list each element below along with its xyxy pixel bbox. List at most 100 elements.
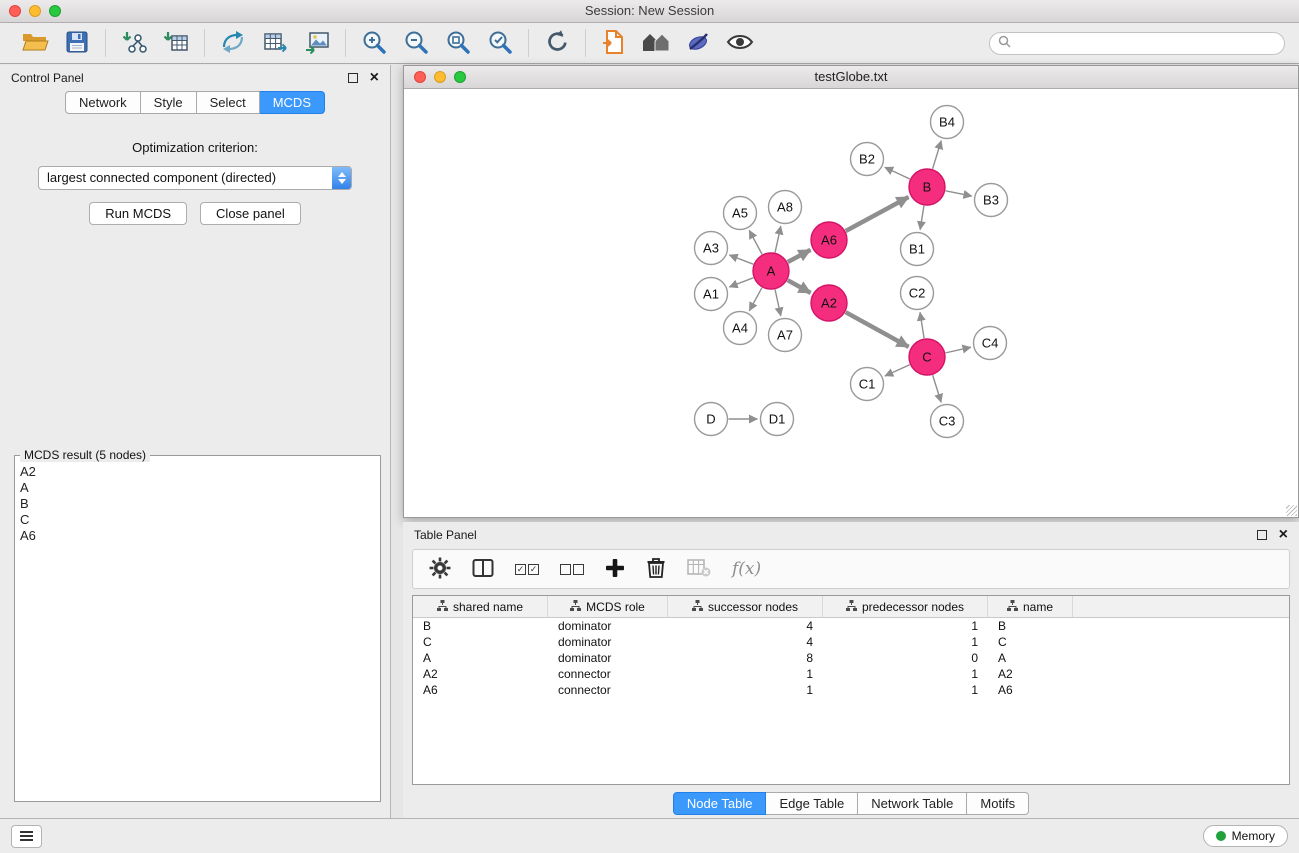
graph-node-C2[interactable]: C2 <box>901 277 934 310</box>
graph-edge-C-C1[interactable] <box>885 365 910 376</box>
graph-edge-A-A8[interactable] <box>775 226 781 252</box>
criterion-dropdown[interactable]: largest connected component (directed) <box>38 166 352 190</box>
search-box[interactable] <box>989 32 1285 55</box>
result-item[interactable]: A2 <box>20 464 378 480</box>
table-row[interactable]: A2connector11A2 <box>413 666 1289 682</box>
run-mcds-button[interactable]: Run MCDS <box>89 202 187 225</box>
zoom-window-button[interactable] <box>49 5 61 17</box>
graph-node-A[interactable]: A <box>753 253 789 289</box>
table-row[interactable]: Adominator80A <box>413 650 1289 666</box>
create-column-button[interactable] <box>605 558 625 581</box>
float-panel-icon[interactable] <box>348 73 358 83</box>
column-header-shared-name[interactable]: shared name <box>413 596 548 617</box>
graph-edge-A-A3[interactable] <box>729 255 753 264</box>
show-hide-button[interactable] <box>719 26 761 60</box>
graph-node-A2[interactable]: A2 <box>811 285 847 321</box>
graph-node-A4[interactable]: A4 <box>724 312 757 345</box>
graph-edge-C-C2[interactable] <box>920 312 924 338</box>
save-session-button[interactable] <box>56 26 98 60</box>
zoom-fit-button[interactable] <box>437 26 479 60</box>
open-recent-button[interactable] <box>593 26 635 60</box>
home-views-button[interactable] <box>635 26 677 60</box>
tab-motifs[interactable]: Motifs <box>967 792 1029 815</box>
zoom-in-button[interactable] <box>353 26 395 60</box>
graph-node-D1[interactable]: D1 <box>761 403 794 436</box>
zoom-selected-button[interactable] <box>479 26 521 60</box>
import-network-button[interactable] <box>113 26 155 60</box>
memory-button[interactable]: Memory <box>1203 825 1288 847</box>
graph-node-D[interactable]: D <box>695 403 728 436</box>
result-item[interactable]: A <box>20 480 378 496</box>
graph-node-B1[interactable]: B1 <box>901 233 934 266</box>
table-row[interactable]: Bdominator41B <box>413 618 1289 634</box>
close-table-panel-icon[interactable]: × <box>1279 529 1288 541</box>
export-image-button[interactable] <box>296 26 338 60</box>
table-row[interactable]: Cdominator41C <box>413 634 1289 650</box>
tab-mcds[interactable]: MCDS <box>260 91 325 114</box>
graph-edge-A-A2[interactable] <box>788 280 811 293</box>
table-settings-button[interactable] <box>429 557 451 582</box>
search-input[interactable] <box>1016 35 1276 51</box>
graph-edge-C-C4[interactable] <box>946 347 971 353</box>
graph-edge-A2-C[interactable] <box>846 312 909 347</box>
task-history-button[interactable] <box>11 825 42 848</box>
graph-node-B[interactable]: B <box>909 169 945 205</box>
tab-network[interactable]: Network <box>65 91 141 114</box>
result-item[interactable]: C <box>20 512 378 528</box>
minimize-window-button[interactable] <box>29 5 41 17</box>
column-header-successor-nodes[interactable]: successor nodes <box>668 596 823 617</box>
graph-edge-B-B4[interactable] <box>933 141 942 169</box>
graph-edge-C-C3[interactable] <box>933 375 942 402</box>
graph-node-C4[interactable]: C4 <box>974 327 1007 360</box>
refresh-view-button[interactable] <box>536 26 578 60</box>
graph-node-C3[interactable]: C3 <box>931 405 964 438</box>
tab-style[interactable]: Style <box>141 91 197 114</box>
export-table-button[interactable] <box>254 26 296 60</box>
graph-node-B3[interactable]: B3 <box>975 184 1008 217</box>
network-close-button[interactable] <box>414 71 426 83</box>
graph-node-A1[interactable]: A1 <box>695 278 728 311</box>
graph-node-A3[interactable]: A3 <box>695 232 728 265</box>
float-table-panel-icon[interactable] <box>1257 530 1267 540</box>
close-panel-button[interactable]: Close panel <box>200 202 301 225</box>
graph-edge-A6-B[interactable] <box>846 197 909 231</box>
result-item[interactable]: A6 <box>20 528 378 544</box>
window-resize-grip[interactable] <box>1286 505 1297 516</box>
graph-edge-A-A4[interactable] <box>749 288 762 311</box>
graph-node-B4[interactable]: B4 <box>931 106 964 139</box>
table-row[interactable]: A6connector11A6 <box>413 682 1289 698</box>
graph-node-A5[interactable]: A5 <box>724 197 757 230</box>
graph-edge-A-A1[interactable] <box>729 278 753 287</box>
graph-node-C1[interactable]: C1 <box>851 368 884 401</box>
show-columns-button[interactable] <box>472 558 494 581</box>
column-header-predecessor-nodes[interactable]: predecessor nodes <box>823 596 988 617</box>
network-canvas[interactable]: B4 B2 B B3 A5 A8 A6 A3 B1 A A1 C2 A2 A4 A7 C4 C C1 C3 D D1 <box>404 89 1298 517</box>
delete-row-button[interactable] <box>646 557 666 582</box>
graph-edge-B-B1[interactable] <box>920 206 924 230</box>
graph-node-A7[interactable]: A7 <box>769 319 802 352</box>
network-zoom-button[interactable] <box>454 71 466 83</box>
graph-node-A8[interactable]: A8 <box>769 191 802 224</box>
network-window-titlebar[interactable]: testGlobe.txt <box>404 66 1298 89</box>
graph-node-A6[interactable]: A6 <box>811 222 847 258</box>
graph-edge-A-A6[interactable] <box>788 250 811 262</box>
unselect-all-columns-button[interactable] <box>560 564 584 575</box>
tab-node-table[interactable]: Node Table <box>673 792 767 815</box>
style-brush-button[interactable] <box>677 26 719 60</box>
graph-node-B2[interactable]: B2 <box>851 143 884 176</box>
open-session-button[interactable] <box>14 26 56 60</box>
network-share-button[interactable] <box>212 26 254 60</box>
tab-edge-table[interactable]: Edge Table <box>766 792 858 815</box>
graph-node-C[interactable]: C <box>909 339 945 375</box>
close-panel-icon[interactable]: × <box>370 72 379 84</box>
tab-network-table[interactable]: Network Table <box>858 792 967 815</box>
import-table-button[interactable] <box>155 26 197 60</box>
graph-edge-A-A5[interactable] <box>749 230 762 254</box>
graph-edge-B-B2[interactable] <box>885 167 910 179</box>
tab-select[interactable]: Select <box>197 91 260 114</box>
function-builder-button[interactable]: f(x) <box>732 559 761 579</box>
zoom-out-button[interactable] <box>395 26 437 60</box>
close-window-button[interactable] <box>9 5 21 17</box>
column-header-MCDS-role[interactable]: MCDS role <box>548 596 668 617</box>
select-all-columns-button[interactable]: ✓✓ <box>515 564 539 575</box>
